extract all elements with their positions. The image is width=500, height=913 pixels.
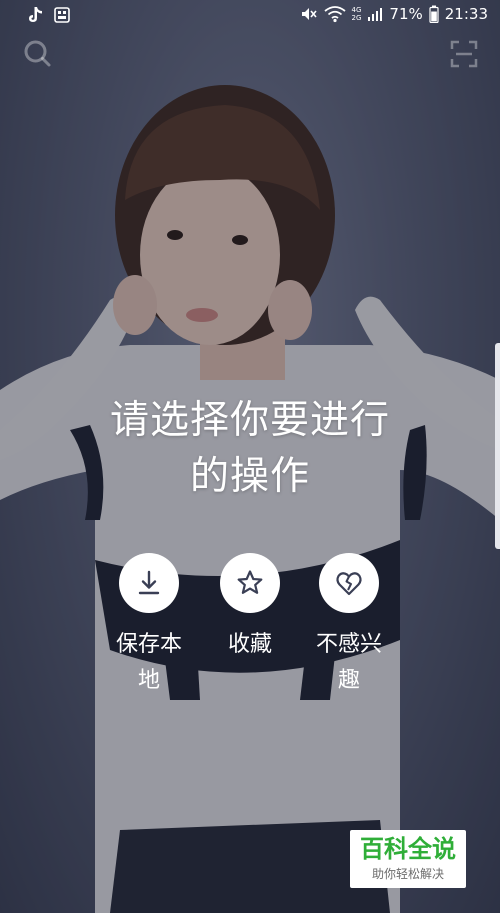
watermark-title: 百科全说 <box>360 835 456 863</box>
favorite-label: 收藏 <box>205 627 295 663</box>
signal-icon <box>368 8 383 21</box>
prompt-line-2: 的操作 <box>189 454 310 499</box>
star-icon <box>237 570 263 594</box>
watermark: 百科全说 助你轻松解决 <box>350 830 466 888</box>
not-interested-label-line-2: 趣 <box>337 668 360 693</box>
tiktok-notification-icon <box>29 7 42 22</box>
not-interested-circle[interactable] <box>319 553 379 613</box>
broken-heart-icon <box>336 572 362 596</box>
action-prompt: 请选择你要进行 的操作 <box>95 393 405 505</box>
favorite-button[interactable]: 收藏 <box>195 553 305 663</box>
not-interested-label-line-1: 不感兴 <box>315 632 382 657</box>
wifi-icon <box>323 6 346 23</box>
save-local-label-line-1: 保存本 <box>115 632 182 657</box>
status-bar: 4G 2G 71% 21:33 <box>0 0 500 32</box>
download-icon <box>138 570 160 595</box>
battery-icon <box>429 5 439 23</box>
watermark-subtitle: 助你轻松解决 <box>371 867 444 881</box>
not-interested-button[interactable]: 不感兴 趣 <box>294 553 404 699</box>
save-local-label: 保存本 地 <box>104 627 194 699</box>
gallery-notification-icon <box>54 7 70 23</box>
network-type: 4G 2G <box>352 6 362 22</box>
battery-percent: 71% <box>389 5 423 23</box>
edge-panel-handle[interactable] <box>495 343 500 549</box>
save-local-circle[interactable] <box>119 553 179 613</box>
video-screen[interactable]: 4G 2G 71% 21:33 请选择你要进行 的操作 保存本 地 收藏 不感兴… <box>0 0 500 913</box>
favorite-circle[interactable] <box>220 553 280 613</box>
clock: 21:33 <box>444 5 488 23</box>
prompt-line-1: 请选择你要进行 <box>109 398 390 443</box>
search-icon[interactable] <box>22 38 52 68</box>
network-2g-label: 2G <box>351 14 362 22</box>
scan-icon[interactable] <box>450 40 478 68</box>
favorite-label-line-1: 收藏 <box>227 632 272 657</box>
network-4g-label: 4G <box>351 6 362 14</box>
save-local-button[interactable]: 保存本 地 <box>94 553 204 699</box>
not-interested-label: 不感兴 趣 <box>304 627 394 699</box>
save-local-label-line-2: 地 <box>137 668 160 693</box>
mute-icon <box>301 8 317 20</box>
